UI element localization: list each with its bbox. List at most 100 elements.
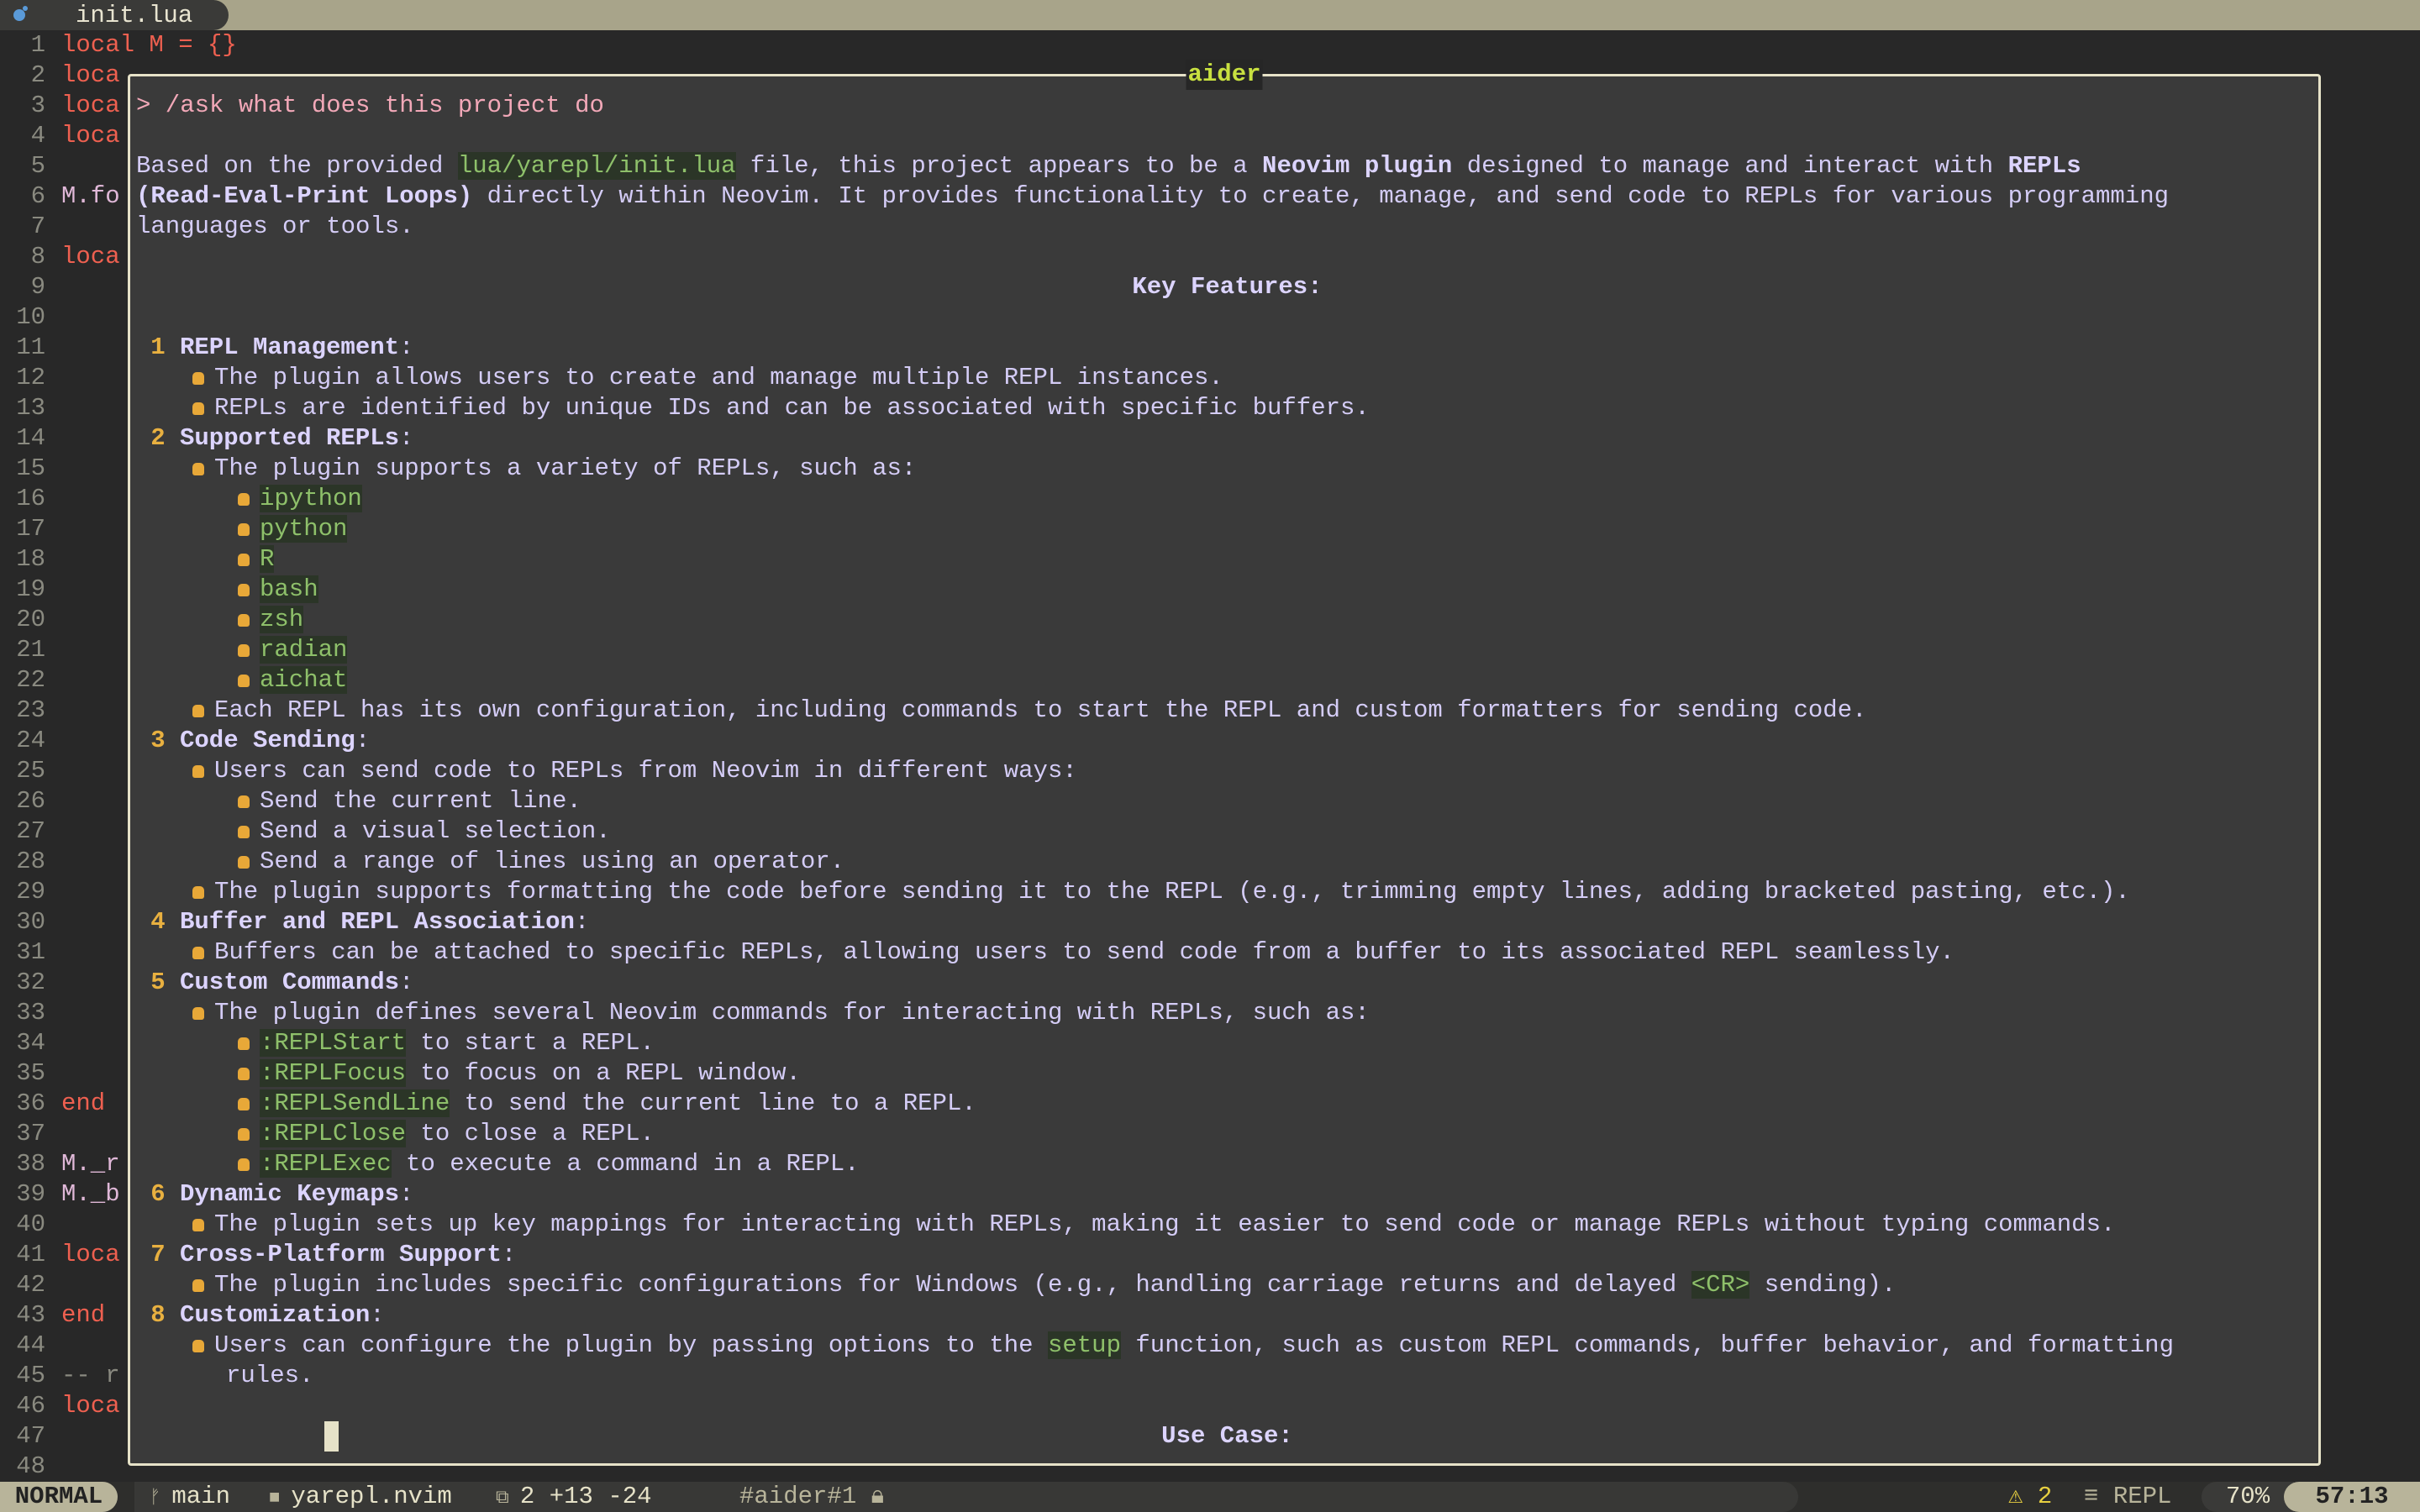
line-number: 38: [16, 1150, 45, 1178]
line-number: 41: [16, 1241, 45, 1268]
inline-code: zsh: [260, 606, 304, 633]
inline-code: :REPLClose: [260, 1120, 407, 1147]
output-line: zsh: [136, 605, 2318, 635]
line-number: 28: [16, 848, 45, 875]
output-line: :REPLFocus to focus on a REPL window.: [136, 1058, 2318, 1089]
bullet-icon: [238, 523, 250, 536]
inline-code: :REPLFocus: [260, 1059, 407, 1087]
output-line: python: [136, 514, 2318, 544]
list-number: 4: [150, 908, 166, 936]
text: designed to manage and interact with: [1452, 152, 2008, 180]
output-line: The plugin sets up key mappings for inte…: [136, 1210, 2318, 1240]
warning-icon: ⚠: [2008, 1483, 2038, 1510]
tabline: init.lua: [0, 0, 2420, 30]
bullet-icon: [192, 1219, 204, 1231]
output-line: :REPLClose to close a REPL.: [136, 1119, 2318, 1149]
text: REPLs are identified by unique IDs and c…: [214, 394, 1370, 422]
output-line: Send a visual selection.: [136, 816, 2318, 847]
bullet-icon: [192, 765, 204, 778]
inline-code: <CR>: [1691, 1271, 1750, 1299]
output-line: Send a range of lines using an operator.: [136, 847, 2318, 877]
text: The plugin defines several Neovim comman…: [214, 999, 1370, 1026]
bullet-icon: [192, 886, 204, 899]
line-number: 15: [16, 454, 45, 482]
folder-icon: ■: [269, 1488, 292, 1509]
line-number: 4: [30, 122, 45, 150]
line-number: 12: [16, 364, 45, 391]
tab-init-lua[interactable]: init.lua: [0, 0, 229, 30]
text: :: [399, 333, 414, 361]
bullet-icon: [238, 675, 250, 687]
line-code: end: [61, 1301, 106, 1329]
output-line: Each REPL has its own configuration, inc…: [136, 696, 2318, 726]
text: :: [574, 908, 590, 936]
git-branch[interactable]: ᚠ main: [150, 1482, 230, 1512]
line-code: loca: [61, 1241, 120, 1268]
output-line: 1 REPL Management:: [136, 333, 2318, 363]
text: :: [370, 1301, 385, 1329]
bullet-icon: [192, 463, 204, 475]
git-removed: -24: [608, 1483, 652, 1510]
terminal-label: #aider#1: [739, 1483, 857, 1510]
bold-text: Dynamic Keymaps: [180, 1180, 400, 1208]
line-number: 24: [16, 727, 45, 754]
aider-output: > /ask what does this project do Based on…: [136, 91, 2318, 1452]
output-line: 8 Customization:: [136, 1300, 2318, 1331]
warning-count: 2: [2037, 1483, 2053, 1510]
line-number: 25: [16, 757, 45, 785]
line-number: 23: [16, 696, 45, 724]
inline-code: bash: [260, 575, 318, 603]
line-number: 17: [16, 515, 45, 543]
git-changes: 2: [519, 1483, 535, 1510]
line-code: loca: [61, 1392, 120, 1420]
text: :: [399, 424, 414, 452]
diagnostics-warnings[interactable]: ⚠ 2: [2008, 1482, 2052, 1512]
aider-floating-window[interactable]: aider > /ask what does this project do Ba…: [128, 60, 2321, 1466]
bold-text: Cross-Platform Support: [180, 1241, 502, 1268]
bullet-icon: [238, 826, 250, 838]
line-number: 18: [16, 545, 45, 573]
line-code: -- r: [61, 1362, 120, 1389]
inline-code: :REPLSendLine: [260, 1089, 450, 1117]
bullet-icon: [192, 372, 204, 385]
line-number: 6: [30, 182, 45, 210]
bold-text: Use Case:: [1161, 1422, 1293, 1450]
output-line: ipython: [136, 484, 2318, 514]
text: to start a REPL.: [406, 1029, 655, 1057]
line-number: 36: [16, 1089, 45, 1117]
line-number: 30: [16, 908, 45, 936]
line-number: 39: [16, 1180, 45, 1208]
output-line: (Read-Eval-Print Loops) directly within …: [136, 181, 2318, 212]
lock-icon: 🔒︎: [871, 1483, 885, 1510]
line-number: 1: [30, 31, 45, 59]
bullet-icon: [238, 554, 250, 566]
line-number: 2: [30, 61, 45, 89]
output-line: Users can send code to REPLs from Neovim…: [136, 756, 2318, 786]
bullet-icon: [238, 1128, 250, 1141]
float-title: aider: [1186, 60, 1263, 90]
bold-text: Supported REPLs: [180, 424, 400, 452]
line-number: 42: [16, 1271, 45, 1299]
inline-code: python: [260, 515, 348, 543]
text: rules.: [226, 1362, 314, 1389]
line-number: 40: [16, 1210, 45, 1238]
bold-text: Code Sending: [180, 727, 355, 754]
line-code: loca: [61, 61, 120, 89]
line-number: 20: [16, 606, 45, 633]
inline-code: lua/yarepl/init.lua: [457, 152, 736, 180]
line-number: 31: [16, 938, 45, 966]
output-line: 7 Cross-Platform Support:: [136, 1240, 2318, 1270]
line-number: 5: [30, 152, 45, 180]
line-number: 22: [16, 666, 45, 694]
bold-text: (Read-Eval-Print Loops): [136, 182, 473, 210]
list-number: 6: [150, 1180, 166, 1208]
inline-code: aichat: [260, 666, 348, 694]
bullet-icon: [192, 1007, 204, 1020]
output-line: languages or tools.: [136, 212, 2318, 242]
line-number: 10: [16, 303, 45, 331]
text: The plugin supports a variety of REPLs, …: [214, 454, 917, 482]
text: The plugin supports formatting the code …: [214, 878, 2130, 906]
output-line: Users can configure the plugin by passin…: [136, 1331, 2318, 1361]
